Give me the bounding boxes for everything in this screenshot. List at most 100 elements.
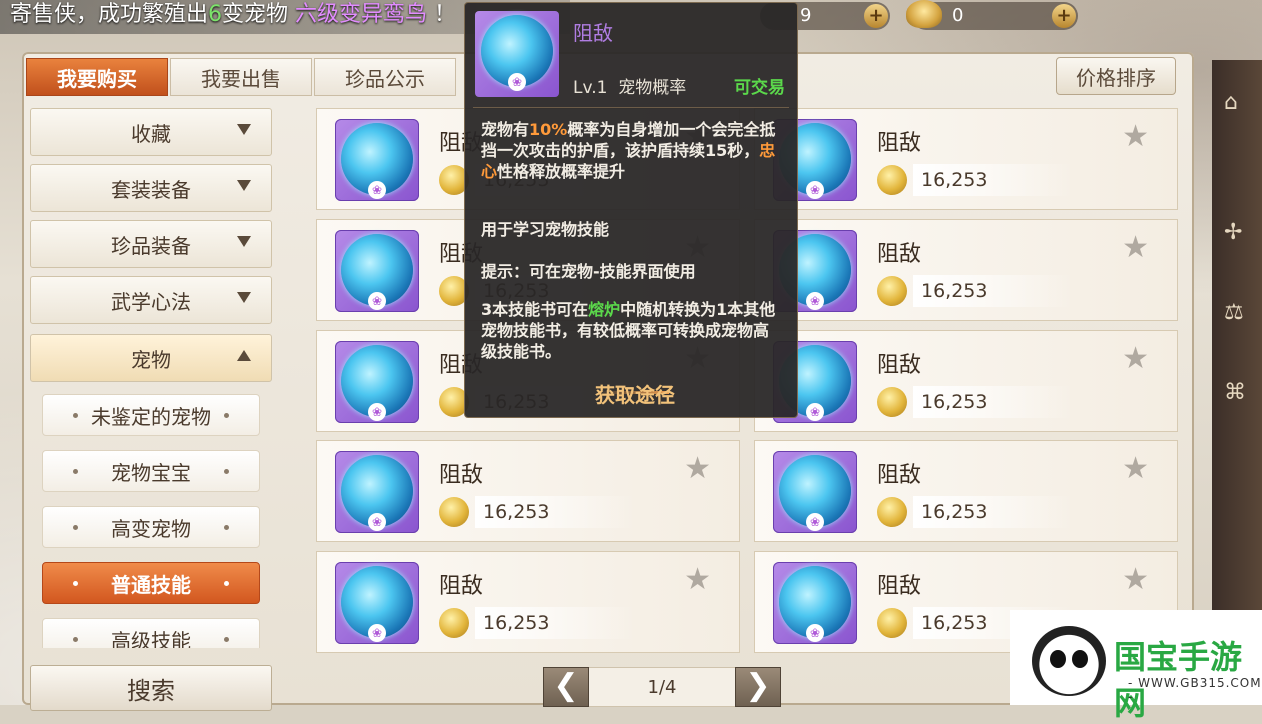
category-martial-arts[interactable]: 武学心法 [30,276,272,324]
paw-icon: ❀ [368,624,386,642]
item-card[interactable]: ❀ 阻敌 ★ 16,253 [754,330,1178,432]
item-name: 阻敌 [439,574,484,599]
pagination: ❮ 1/4 ❯ [543,667,781,707]
item-name: 阻敌 [877,131,922,156]
coin-icon [877,387,907,417]
favorite-star-icon[interactable]: ★ [684,451,711,486]
add-ingot-button[interactable]: + [1052,4,1076,28]
tooltip-level-value: Lv.1 [573,78,608,98]
favorite-star-icon[interactable]: ★ [1122,451,1149,486]
marquee-count: 6 [208,2,223,27]
bullet-icon [224,581,229,586]
chevron-down-icon [237,180,251,191]
category-set-equipment[interactable]: 套装装备 [30,164,272,212]
desc-percent: 10% [529,120,568,139]
skill-book-icon: ❀ [335,230,419,312]
currency-ingot-value: 0 [952,5,964,26]
item-price: 16,253 [475,607,635,639]
tooltip-conversion: 3本技能书可在熔炉中随机转换为1本其他宠物技能书，有较低概率可转换成宠物高级技能… [481,299,781,362]
item-name: 阻敌 [877,242,922,267]
category-label: 套装装备 [111,177,191,202]
item-name: 阻敌 [439,463,484,488]
subcategory-unidentified-pets[interactable]: 未鉴定的宠物 [42,394,260,436]
bullet-icon [73,413,78,418]
category-favorites[interactable]: 收藏 [30,108,272,156]
paw-icon: ❀ [368,292,386,310]
search-button[interactable]: 搜索 [30,665,272,711]
subcategory-normal-skills[interactable]: 普通技能 [42,562,260,604]
paw-icon: ❀ [806,181,824,199]
favorite-star-icon[interactable]: ★ [684,562,711,597]
divider [473,107,789,108]
currency-silver-value: 9 [800,5,812,26]
item-name: 阻敌 [877,574,922,599]
tab-sell[interactable]: 我要出售 [170,58,312,96]
coin-icon [877,165,907,195]
site-watermark: 国宝手游网 - WWW.GB315.COM - [1010,610,1262,722]
bullet-icon [224,525,229,530]
favorite-star-icon[interactable]: ★ [1122,562,1149,597]
category-label: 宠物 [131,347,171,372]
marquee-prefix: 寄售侠，成功繁殖出 [10,2,209,27]
item-name: 阻敌 [877,463,922,488]
side-glyph-icon: ⌘ [1224,380,1246,405]
item-name: 阻敌 [877,353,922,378]
item-price: 16,253 [475,496,635,528]
favorite-star-icon[interactable]: ★ [1122,230,1149,265]
item-card[interactable]: ❀ 阻敌 ★ 16,253 [754,108,1178,210]
gold-ingot-icon [906,0,942,28]
item-card[interactable]: ❀ 阻敌 ★ 16,253 [754,440,1178,542]
item-card[interactable]: ❀ 阻敌 ★ 16,253 [316,551,740,653]
chevron-down-icon [237,292,251,303]
prev-page-button[interactable]: ❮ [543,667,589,707]
next-page-button[interactable]: ❯ [735,667,781,707]
convert-place: 熔炉 [588,300,621,319]
item-price: 16,253 [913,275,1073,307]
subcategory-label: 普通技能 [111,572,191,597]
marquee-suffix: ！ [434,2,457,27]
sort-by-price-button[interactable]: 价格排序 [1056,57,1176,95]
paw-icon: ❀ [368,513,386,531]
subcategory-label: 未鉴定的宠物 [91,404,211,429]
tooltip-description: 宠物有10%概率为自身增加一个会完全抵挡一次攻击的护盾，该护盾持续15秒，忠心性… [481,119,781,182]
add-silver-button[interactable]: + [864,4,888,28]
tab-rare-showcase[interactable]: 珍品公示 [314,58,456,96]
paw-icon: ❀ [368,181,386,199]
coin-icon [439,608,469,638]
paw-icon: ❀ [806,624,824,642]
convert-part: 3本技能书可在 [481,300,589,319]
tooltip-level: Lv.1 宠物概率 [573,73,686,98]
tooltip-hint: 提示：可在宠物-技能界面使用 [481,262,696,281]
favorite-star-icon[interactable]: ★ [1122,341,1149,376]
coin-icon [439,497,469,527]
subcategory-advanced-skills[interactable]: 高级技能 [42,618,260,648]
tooltip-title: 阻敌 [573,21,613,45]
paw-icon: ❀ [806,513,824,531]
favorite-star-icon[interactable]: ★ [1122,119,1149,154]
subcategory-pet-babies[interactable]: 宠物宝宝 [42,450,260,492]
item-card[interactable]: ❀ 阻敌 ★ 16,253 [316,440,740,542]
chevron-down-icon [237,124,251,135]
tooltip-type: 宠物概率 [618,78,687,98]
page-indicator: 1/4 [589,667,735,707]
bullet-icon [224,637,229,642]
category-pets[interactable]: 宠物 [30,334,272,382]
subcategory-label: 高变宠物 [111,516,191,541]
side-glyph-icon: ⌂ [1224,90,1238,115]
tab-buy[interactable]: 我要购买 [26,58,168,96]
side-glyph-icon: ✢ [1224,220,1243,245]
item-card[interactable]: ❀ 阻敌 ★ 16,253 [754,219,1178,321]
bullet-icon [73,469,78,474]
bullet-icon [224,469,229,474]
marquee-pet-type: 六级变异鸾鸟 [295,2,428,27]
category-rare-equipment[interactable]: 珍品装备 [30,220,272,268]
subcategory-mutated-pets[interactable]: 高变宠物 [42,506,260,548]
bullet-icon [73,637,78,642]
skill-book-icon: ❀ [335,119,419,201]
bullet-icon [73,581,78,586]
bullet-icon [73,525,78,530]
chevron-up-icon [237,350,251,361]
currency-ingot: 0 + [906,0,1078,30]
item-tooltip: ❀ 阻敌 Lv.1 宠物概率 可交易 宠物有10%概率为自身增加一个会完全抵挡一… [464,2,798,418]
obtain-method-button[interactable]: 获取途径 [595,379,675,408]
